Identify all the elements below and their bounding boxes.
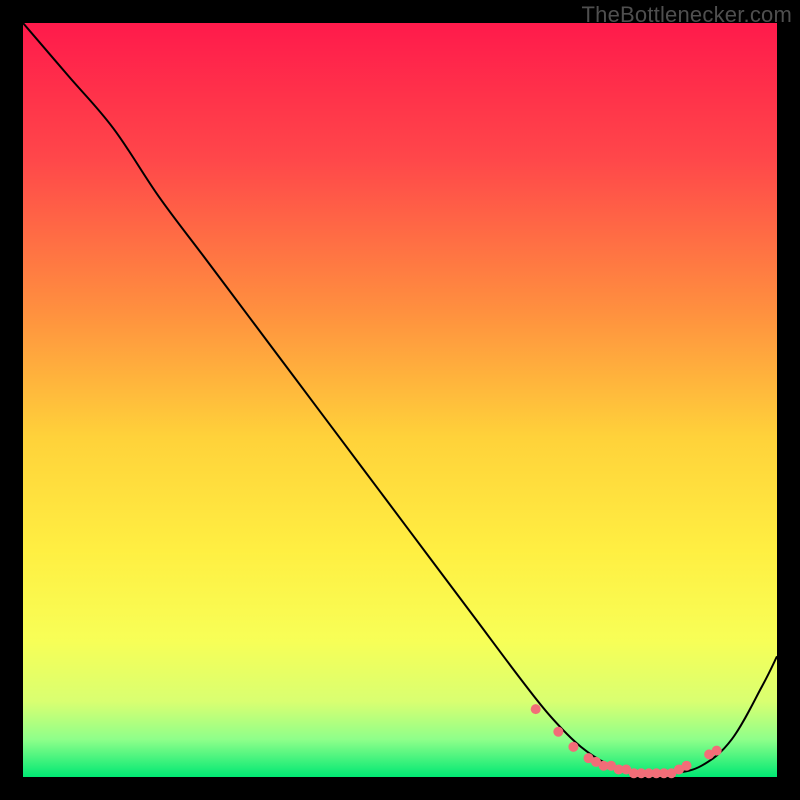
curve-marker bbox=[712, 746, 722, 756]
bottleneck-curve bbox=[23, 23, 777, 774]
chart-frame: TheBottleneсker.com bbox=[0, 0, 800, 800]
curve-marker bbox=[568, 742, 578, 752]
gradient-plot-area bbox=[23, 23, 777, 777]
curve-marker bbox=[531, 704, 541, 714]
curve-marker bbox=[553, 727, 563, 737]
curve-marker bbox=[682, 761, 692, 771]
curve-layer bbox=[23, 23, 777, 777]
watermark-text: TheBottleneсker.com bbox=[582, 2, 792, 28]
